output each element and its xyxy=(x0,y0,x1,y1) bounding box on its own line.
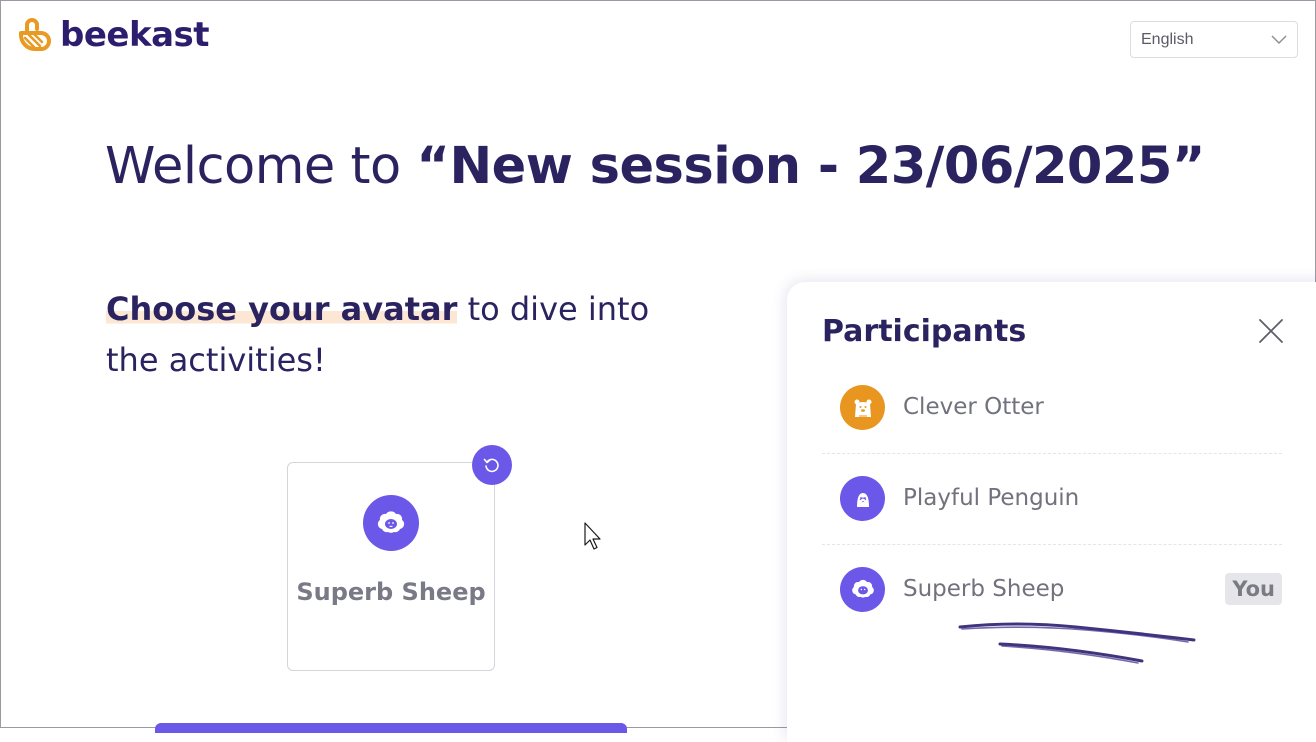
brand-name: beekast xyxy=(60,15,210,55)
avatar xyxy=(363,495,419,551)
session-name: “New session - 23/06/2025” xyxy=(416,137,1205,196)
chevron-down-icon xyxy=(1271,35,1287,44)
beekast-logo-icon xyxy=(19,18,51,51)
close-icon[interactable] xyxy=(1257,317,1285,345)
participant-row: Clever Otter xyxy=(822,362,1282,454)
language-select-value: English xyxy=(1141,30,1194,48)
participants-panel: Participants Clever Otter Playful Pengui… xyxy=(787,282,1316,742)
choose-avatar-instruction: Choose your avatar to dive into the acti… xyxy=(106,284,666,386)
mouse-cursor-icon xyxy=(584,522,601,550)
refresh-icon xyxy=(483,458,499,473)
participant-row: Playful Penguin xyxy=(822,453,1282,545)
participant-name: Playful Penguin xyxy=(903,485,1080,511)
welcome-prefix: Welcome to xyxy=(105,137,417,196)
choose-avatar-highlight: Choose your avatar xyxy=(106,290,458,328)
otter-icon xyxy=(854,399,871,417)
page-title: Welcome to “New session - 23/06/2025” xyxy=(105,132,1205,202)
avatar-name: Superb Sheep xyxy=(296,578,486,606)
penguin-icon xyxy=(856,492,869,507)
avatar xyxy=(840,385,885,430)
sheep-icon xyxy=(377,511,405,533)
participant-name: Superb Sheep xyxy=(903,576,1065,602)
participants-title: Participants xyxy=(822,314,1027,349)
sheep-icon xyxy=(851,579,874,598)
refresh-avatar-button[interactable] xyxy=(472,445,512,485)
you-badge: You xyxy=(1225,573,1282,605)
avatar-card[interactable]: Superb Sheep xyxy=(287,462,495,671)
scribble-annotation xyxy=(958,622,1196,664)
language-select[interactable]: English xyxy=(1130,21,1298,58)
avatar xyxy=(840,476,885,521)
participant-name: Clever Otter xyxy=(903,394,1044,420)
avatar xyxy=(840,567,885,612)
continue-button[interactable] xyxy=(155,723,627,733)
beekast-logo[interactable]: beekast xyxy=(18,15,210,55)
